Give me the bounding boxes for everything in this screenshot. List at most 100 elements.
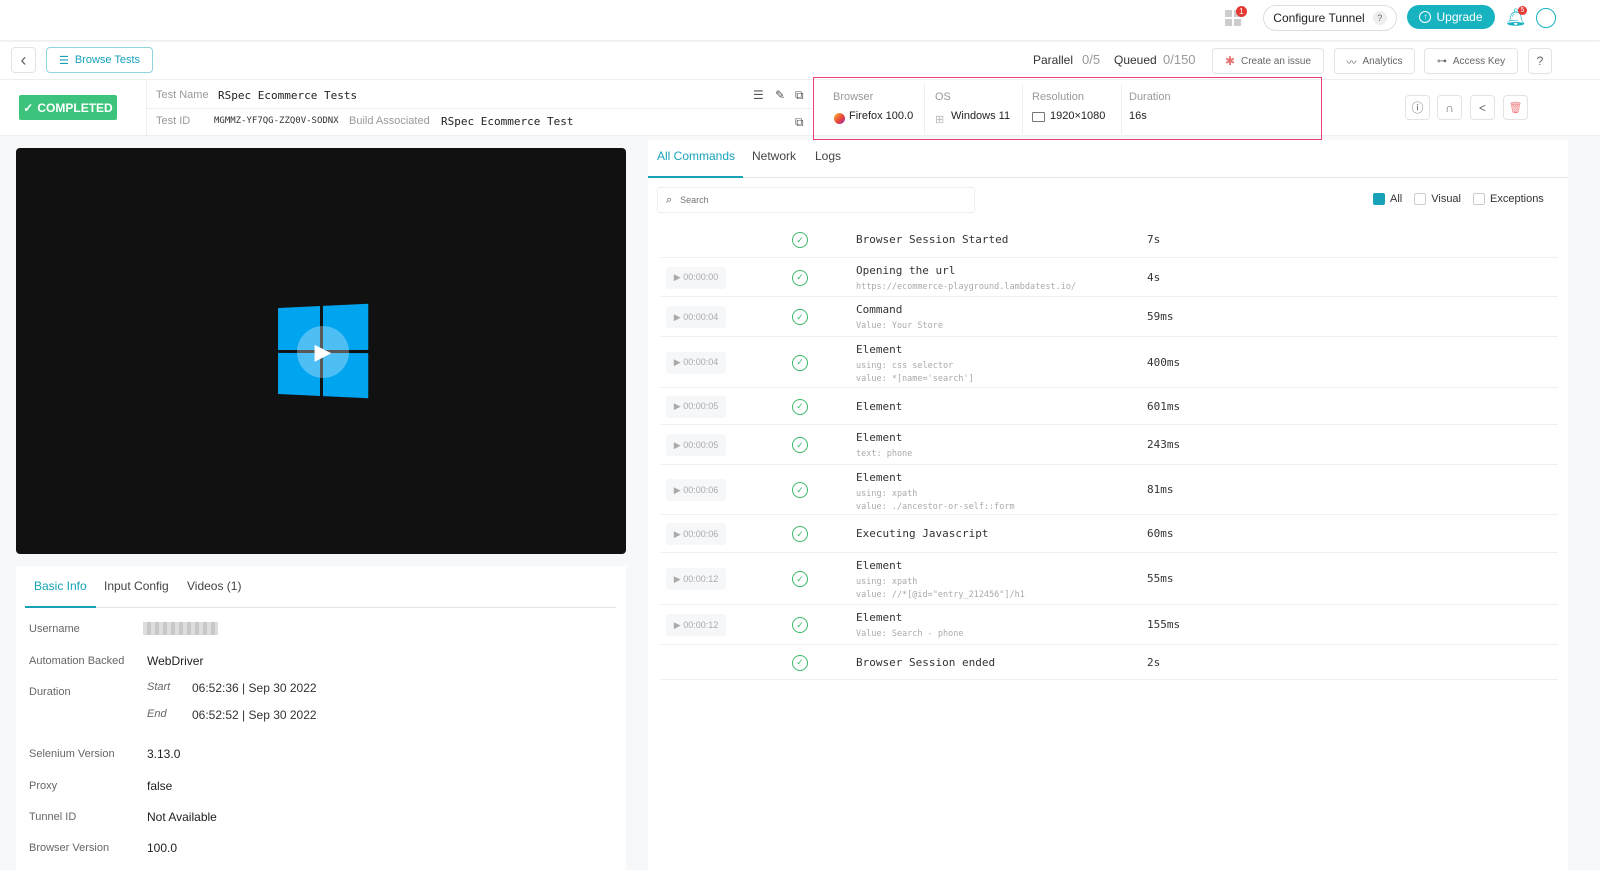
apps-badge: 1	[1236, 6, 1247, 17]
command-name: Element	[856, 343, 903, 356]
command-name-wrap: Element using: xpath value: //*[@id="entry…	[856, 559, 1025, 602]
build-name[interactable]: RSpec Ecommerce Test	[441, 115, 573, 128]
command-row[interactable]: ▶ 00:00:04 ✓ Command Value: Your Store 59ms	[660, 297, 1558, 337]
command-duration: 7s	[1147, 233, 1161, 246]
share-button[interactable]: <	[1470, 95, 1495, 120]
tab-all-commands[interactable]: All Commands	[657, 149, 735, 163]
tab-videos[interactable]: Videos (1)	[187, 579, 241, 593]
command-row[interactable]: ▶ 00:00:00 ✓ Opening the url https://ecomme…	[660, 258, 1558, 297]
test-name: RSpec Ecommerce Tests	[218, 89, 358, 102]
key-icon: ⊶	[1436, 55, 1447, 67]
info-button[interactable]: ⓘ	[1405, 95, 1430, 120]
command-row[interactable]: ▶ 00:00:04 ✓ Element using: css selector val…	[660, 337, 1558, 388]
notification-badge: 5	[1518, 6, 1527, 15]
copy-icon[interactable]: ⧉	[795, 115, 804, 130]
help-button[interactable]: ?	[1528, 48, 1552, 74]
command-duration: 81ms	[1147, 483, 1174, 496]
command-name: Command	[856, 303, 903, 316]
proxy-label: Proxy	[29, 780, 58, 792]
status-label: COMPLETED	[37, 100, 113, 115]
browse-tests-label: Browse Tests	[74, 54, 141, 66]
info-panel: Basic Info Input Config Videos (1) Usern…	[16, 566, 626, 870]
build-label: Build Associated	[349, 115, 430, 127]
end-time-value: 06:52:52	[192, 708, 239, 722]
tunnel-label: Tunnel ID	[29, 811, 77, 823]
magnet-button[interactable]: ∩	[1437, 95, 1462, 120]
configure-tunnel-label: Configure Tunnel	[1273, 11, 1365, 25]
timestamp-button[interactable]: ▶ 00:00:06	[666, 523, 726, 545]
browse-tests-button[interactable]: ☰ Browse Tests	[46, 47, 153, 73]
filter-exceptions[interactable]: Exceptions	[1473, 193, 1544, 206]
trash-icon: 🗑︎	[1508, 102, 1523, 114]
command-detail: value: ./ancestor-or-self::form	[856, 502, 1015, 512]
copy-icon[interactable]: ⧉	[795, 88, 804, 103]
command-row[interactable]: ✓ Browser Session Started 7s	[660, 222, 1558, 258]
command-duration: 59ms	[1147, 310, 1174, 323]
back-icon: ‹	[20, 49, 27, 70]
filter-visual[interactable]: Visual	[1414, 193, 1461, 206]
success-check-icon: ✓	[792, 398, 808, 415]
command-name-wrap: Executing Javascript	[856, 527, 988, 540]
command-detail: Value: Search - phone	[856, 629, 964, 639]
timestamp-button[interactable]: ▶ 00:00:12	[666, 614, 726, 636]
success-check-icon: ✓	[792, 654, 808, 671]
success-check-icon: ✓	[792, 269, 808, 286]
command-duration: 400ms	[1147, 355, 1181, 369]
bug-icon: ✱	[1224, 54, 1235, 68]
command-detail: Value: Your Store	[856, 321, 943, 331]
search-box[interactable]: ⌕	[657, 187, 975, 213]
command-row[interactable]: ▶ 00:00:12 ✓ Element using: xpath value: //*…	[660, 553, 1558, 605]
configure-tunnel-button[interactable]: Configure Tunnel?	[1263, 5, 1397, 31]
list-icon[interactable]: ☰	[753, 88, 764, 102]
tab-network[interactable]: Network	[752, 149, 796, 163]
command-name-wrap: Element using: xpath value: ./ancestor-or-…	[856, 471, 1015, 514]
filter-all[interactable]: All	[1373, 193, 1402, 206]
command-name: Browser Session Started	[856, 233, 1009, 246]
edit-icon[interactable]: ✎	[775, 88, 785, 102]
back-button[interactable]: ‹	[11, 47, 36, 73]
timestamp-button[interactable]: ▶ 00:00:05	[666, 434, 726, 456]
test-name-label: Test Name	[156, 89, 209, 101]
play-button[interactable]: ▶	[297, 326, 349, 378]
delete-button[interactable]: 🗑︎	[1503, 95, 1528, 120]
upgrade-icon: ↑	[1419, 11, 1432, 23]
search-input[interactable]	[680, 195, 951, 205]
help-label: ?	[1536, 54, 1544, 68]
parallel-value: 0/5	[1082, 52, 1101, 67]
command-detail: value: //*[@id="entry_212456"]/h1	[856, 590, 1025, 600]
command-duration: 243ms	[1147, 438, 1181, 451]
test-id: MGMMZ-YF7QG-ZZQ0V-SODNX	[214, 116, 339, 126]
timestamp-button[interactable]: ▶ 00:00:06	[666, 479, 726, 501]
list-icon: ☰	[58, 54, 69, 67]
video-player[interactable]: ▶	[16, 148, 626, 554]
username-redacted	[143, 622, 218, 635]
access-key-label: Access Key	[1452, 55, 1506, 67]
command-row[interactable]: ▶ 00:00:05 ✓ Element text: phone 243ms	[660, 425, 1558, 465]
timestamp-button[interactable]: ▶ 00:00:05	[666, 395, 726, 418]
command-name: Element	[856, 431, 903, 444]
command-row[interactable]: ▶ 00:00:06 ✓ Executing Javascript 60ms	[660, 515, 1558, 553]
command-row[interactable]: ▶ 00:00:12 ✓ Element Value: Search - phone 1…	[660, 605, 1558, 645]
access-key-button[interactable]: ⊶ Access Key	[1424, 48, 1518, 74]
command-name-wrap: Browser Session Started	[856, 233, 1008, 246]
timestamp-button[interactable]: ▶ 00:00:00	[666, 266, 726, 289]
parallel-label: Parallel	[1033, 53, 1074, 67]
analytics-button[interactable]: 〰 Analytics	[1334, 48, 1415, 74]
tab-logs[interactable]: Logs	[815, 149, 841, 163]
top-bar: 1 Configure Tunnel? ↑ Upgrade 🔔︎ 5	[0, 0, 1600, 40]
help-icon[interactable]: ?	[1372, 11, 1387, 25]
create-issue-button[interactable]: ✱ Create an issue	[1212, 48, 1324, 74]
command-row[interactable]: ▶ 00:00:05 ✓ Element 601ms	[660, 388, 1558, 425]
success-check-icon: ✓	[792, 232, 808, 248]
tab-input-config[interactable]: Input Config	[104, 579, 169, 593]
timestamp-button[interactable]: ▶ 00:00:12	[666, 568, 726, 590]
timestamp-button[interactable]: ▶ 00:00:04	[666, 306, 726, 328]
monitor-icon	[1032, 112, 1045, 122]
resolution-value: 1920×1080	[1050, 110, 1106, 122]
command-row[interactable]: ▶ 00:00:06 ✓ Element using: xpath value: ./a…	[660, 465, 1558, 515]
command-row[interactable]: ✓ Browser Session ended 2s	[660, 645, 1558, 680]
timestamp-button[interactable]: ▶ 00:00:04	[666, 351, 726, 374]
tab-basic-info[interactable]: Basic Info	[34, 579, 87, 593]
user-avatar-icon[interactable]	[1536, 8, 1556, 28]
upgrade-button[interactable]: ↑ Upgrade	[1407, 5, 1495, 29]
